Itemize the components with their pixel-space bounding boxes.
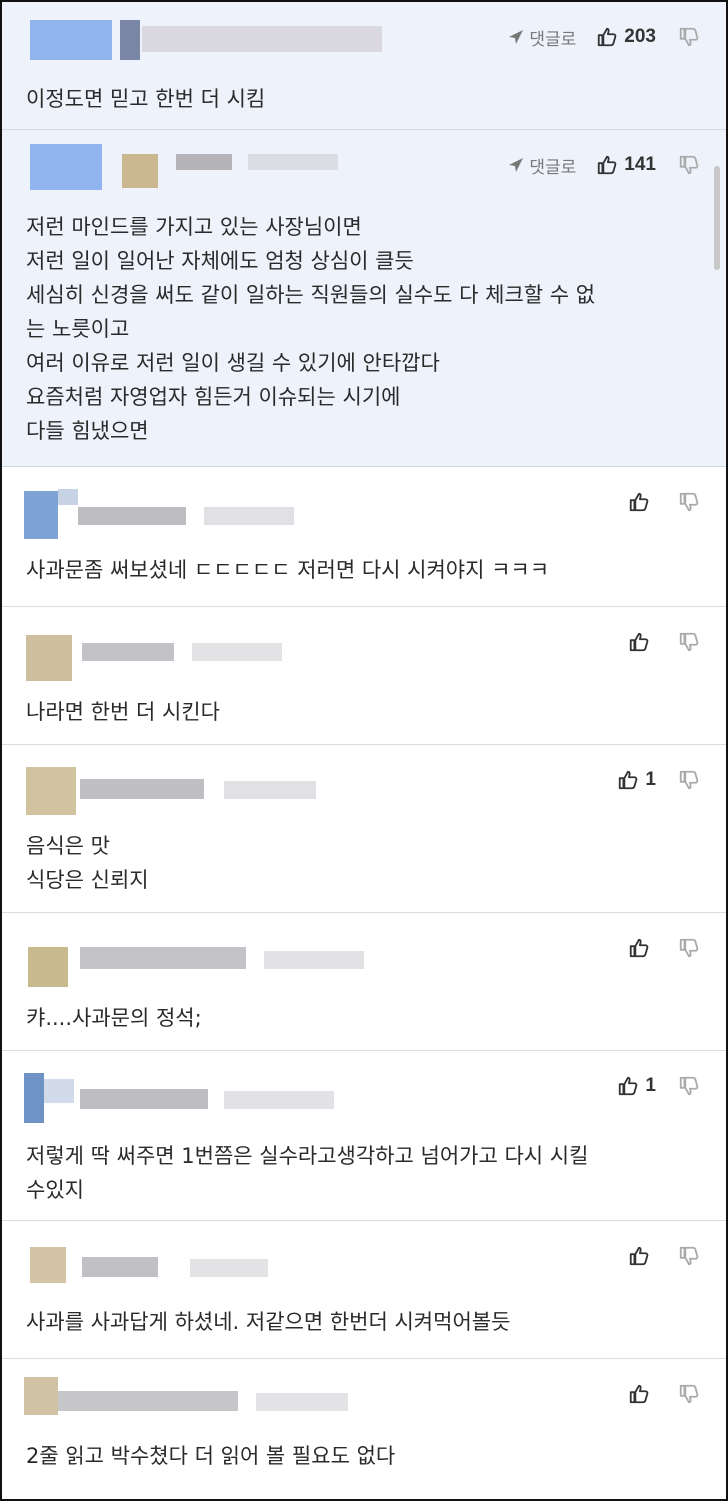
like-button[interactable]: 141 bbox=[596, 154, 656, 176]
reply-label: 댓글로 bbox=[529, 29, 577, 50]
comment-text: 사과를 사과답게 하셨네. 저같으면 한번더 시켜먹어볼듯 bbox=[26, 1310, 511, 1334]
thumbs-up-icon bbox=[619, 1076, 638, 1096]
comment-author-blurred bbox=[20, 1371, 440, 1419]
comment-author-blurred bbox=[20, 479, 440, 539]
thumbs-down-icon[interactable] bbox=[678, 631, 700, 653]
comment-list: 댓글로 203 이정도면 믿고 한번 더 시킴 댓글로 141 저런 마인드를 … bbox=[0, 0, 728, 1501]
reply-button[interactable]: 댓글로 bbox=[507, 153, 576, 178]
comment-actions: 댓글로 203 bbox=[507, 24, 700, 50]
comment-actions bbox=[628, 1243, 700, 1269]
comment-item: 댓글로 203 이정도면 믿고 한번 더 시킴 bbox=[2, 2, 726, 130]
comment-text: 사과문좀 써보셨네 ㄷㄷㄷㄷㄷ 저러면 다시 시켜야지 ㅋㅋㅋ bbox=[26, 558, 550, 582]
comment-text: 저렇게 딱 써주면 1번쯤은 실수라고생각하고 넘어가고 다시 시킬 수있지 bbox=[26, 1144, 589, 1202]
comment-actions bbox=[628, 935, 700, 961]
thumbs-down-icon[interactable] bbox=[678, 769, 700, 791]
comment-text: 저런 마인드를 가지고 있는 사장님이면 저런 일이 일어난 자체에도 엄청 상… bbox=[26, 215, 596, 443]
comment-item: 사과문좀 써보셨네 ㄷㄷㄷㄷㄷ 저러면 다시 시켜야지 ㅋㅋㅋ bbox=[2, 467, 726, 607]
thumbs-down-icon[interactable] bbox=[678, 1383, 700, 1405]
comment-text: 음식은 맛 식당은 신뢰지 bbox=[26, 834, 149, 892]
comment-text: 2줄 읽고 박수쳤다 더 읽어 볼 필요도 없다 bbox=[26, 1444, 396, 1468]
comment-item: 사과를 사과답게 하셨네. 저같으면 한번더 시켜먹어볼듯 bbox=[2, 1221, 726, 1359]
thumbs-down-icon[interactable] bbox=[678, 26, 700, 48]
like-count: 203 bbox=[624, 26, 656, 47]
thumbs-up-icon bbox=[629, 938, 649, 958]
comment-actions: 1 bbox=[617, 1073, 700, 1099]
comment-actions bbox=[628, 1381, 700, 1407]
thumbs-down-icon[interactable] bbox=[678, 1245, 700, 1267]
like-button[interactable]: 203 bbox=[596, 26, 656, 48]
thumbs-up-icon bbox=[629, 632, 649, 652]
thumbs-up-icon bbox=[598, 155, 617, 175]
comment-actions: 댓글로 141 bbox=[507, 152, 700, 178]
thumbs-down-icon[interactable] bbox=[678, 937, 700, 959]
like-button[interactable] bbox=[628, 1245, 656, 1267]
send-arrow-icon bbox=[509, 158, 524, 172]
thumbs-down-icon[interactable] bbox=[678, 491, 700, 513]
like-button[interactable] bbox=[628, 631, 656, 653]
thumbs-down-icon[interactable] bbox=[678, 1075, 700, 1097]
comment-author-blurred bbox=[20, 619, 440, 681]
like-button[interactable] bbox=[628, 491, 656, 513]
scrollbar[interactable] bbox=[714, 166, 720, 270]
comment-author-blurred bbox=[20, 1063, 440, 1123]
comment-author-blurred bbox=[20, 757, 440, 815]
comment-item: 1 음식은 맛 식당은 신뢰지 bbox=[2, 745, 726, 913]
like-button[interactable] bbox=[628, 1383, 656, 1405]
thumbs-up-icon bbox=[619, 770, 638, 790]
thumbs-up-icon bbox=[598, 27, 617, 47]
comment-actions bbox=[628, 489, 700, 515]
comment-item: 댓글로 141 저런 마인드를 가지고 있는 사장님이면 저런 일이 일어난 자… bbox=[2, 130, 726, 467]
thumbs-down-icon[interactable] bbox=[678, 154, 700, 176]
thumbs-up-icon bbox=[629, 492, 649, 512]
send-arrow-icon bbox=[509, 30, 524, 44]
comment-text: 이정도면 믿고 한번 더 시킴 bbox=[26, 87, 266, 111]
comment-author-blurred bbox=[20, 14, 440, 62]
like-count: 1 bbox=[645, 1075, 656, 1096]
thumbs-up-icon bbox=[629, 1246, 649, 1266]
reply-label: 댓글로 bbox=[529, 157, 577, 178]
comment-item: 2줄 읽고 박수쳤다 더 읽어 볼 필요도 없다 bbox=[2, 1359, 726, 1499]
comment-actions: 1 bbox=[617, 767, 700, 793]
reply-button[interactable]: 댓글로 bbox=[507, 25, 576, 50]
like-count: 141 bbox=[624, 154, 656, 175]
like-button[interactable] bbox=[628, 937, 656, 959]
like-button[interactable]: 1 bbox=[617, 769, 656, 791]
like-button[interactable]: 1 bbox=[617, 1075, 656, 1097]
comment-item: 캬....사과문의 정석; bbox=[2, 913, 726, 1051]
thumbs-up-icon bbox=[629, 1384, 649, 1404]
comment-item: 1 저렇게 딱 써주면 1번쯤은 실수라고생각하고 넘어가고 다시 시킬 수있지 bbox=[2, 1051, 726, 1221]
comment-actions bbox=[628, 629, 700, 655]
comment-author-blurred bbox=[20, 142, 440, 190]
comment-text: 나라면 한번 더 시킨다 bbox=[26, 700, 220, 724]
like-count: 1 bbox=[645, 769, 656, 790]
comment-author-blurred bbox=[20, 1233, 440, 1283]
comment-text: 캬....사과문의 정석; bbox=[26, 1006, 202, 1030]
comment-item: 나라면 한번 더 시킨다 bbox=[2, 607, 726, 745]
comment-author-blurred bbox=[20, 925, 440, 987]
